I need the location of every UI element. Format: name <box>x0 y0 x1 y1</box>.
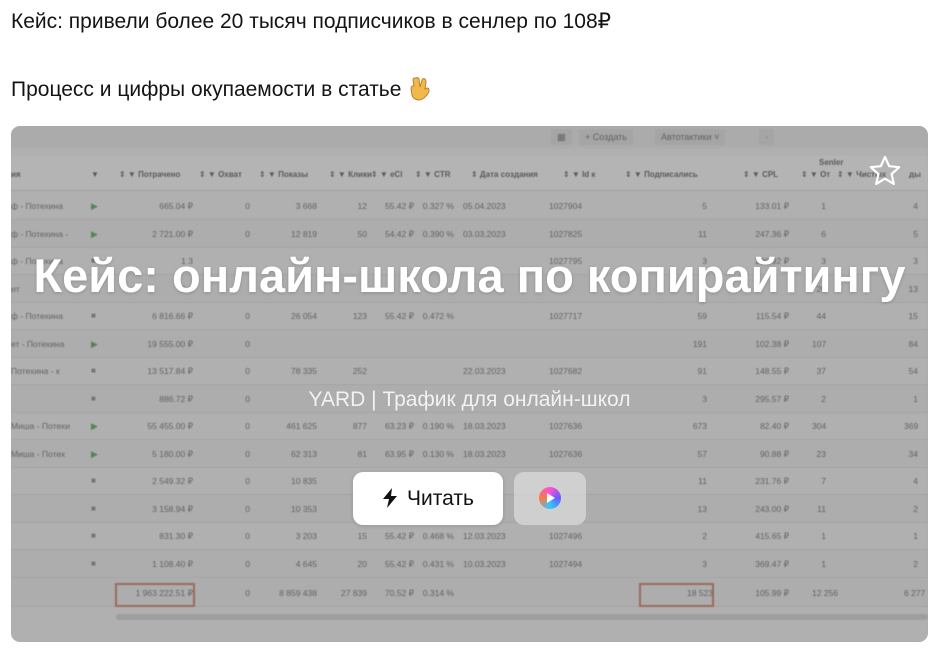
message-text-line-1: Кейс: привели более 20 тысяч подписчиков… <box>11 10 612 33</box>
card-title: Кейс: онлайн-школа по копирайтингу <box>33 249 906 302</box>
read-button-label: Читать <box>407 487 474 510</box>
video-button[interactable] <box>514 472 586 525</box>
message-text-line-2: Процесс и цифры окупаемости в статье <box>11 75 435 103</box>
message-text-line-2-label: Процесс и цифры окупаемости в статье <box>11 78 402 101</box>
card-subtitle: YARD | Трафик для онлайн-школ <box>308 388 631 411</box>
rock-on-hand-icon <box>410 77 430 101</box>
star-outline-icon[interactable] <box>868 154 902 188</box>
article-preview-card[interactable]: ▦ + Создать Автотактики ˅ · Senler ия ▼ ⇕ … <box>11 126 928 642</box>
lightning-bolt-icon <box>383 488 398 508</box>
video-play-orb-icon <box>539 487 561 509</box>
read-button[interactable]: Читать <box>353 472 503 525</box>
card-dim-overlay <box>11 126 928 642</box>
